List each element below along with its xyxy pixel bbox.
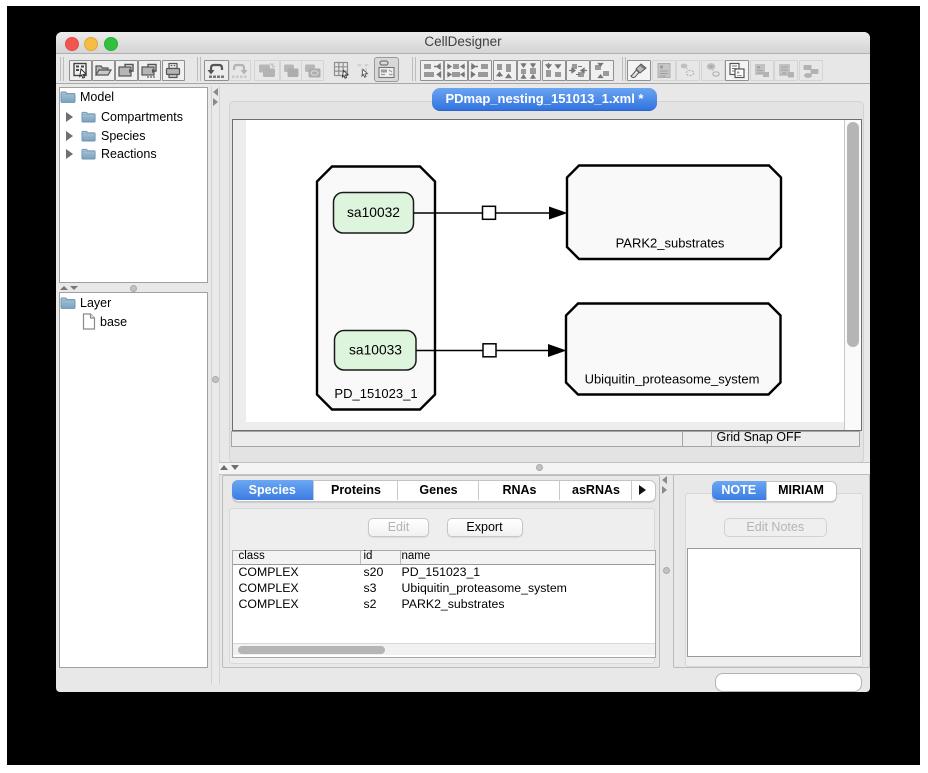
svg-text:Ubiquitin_proteasome_system: Ubiquitin_proteasome_system	[585, 371, 760, 386]
svg-text:sa10032: sa10032	[347, 205, 400, 220]
svg-text:sa10033: sa10033	[349, 342, 402, 357]
svg-text:PARK2_substrates: PARK2_substrates	[616, 235, 725, 250]
svg-text:PD_151023_1: PD_151023_1	[334, 386, 417, 401]
